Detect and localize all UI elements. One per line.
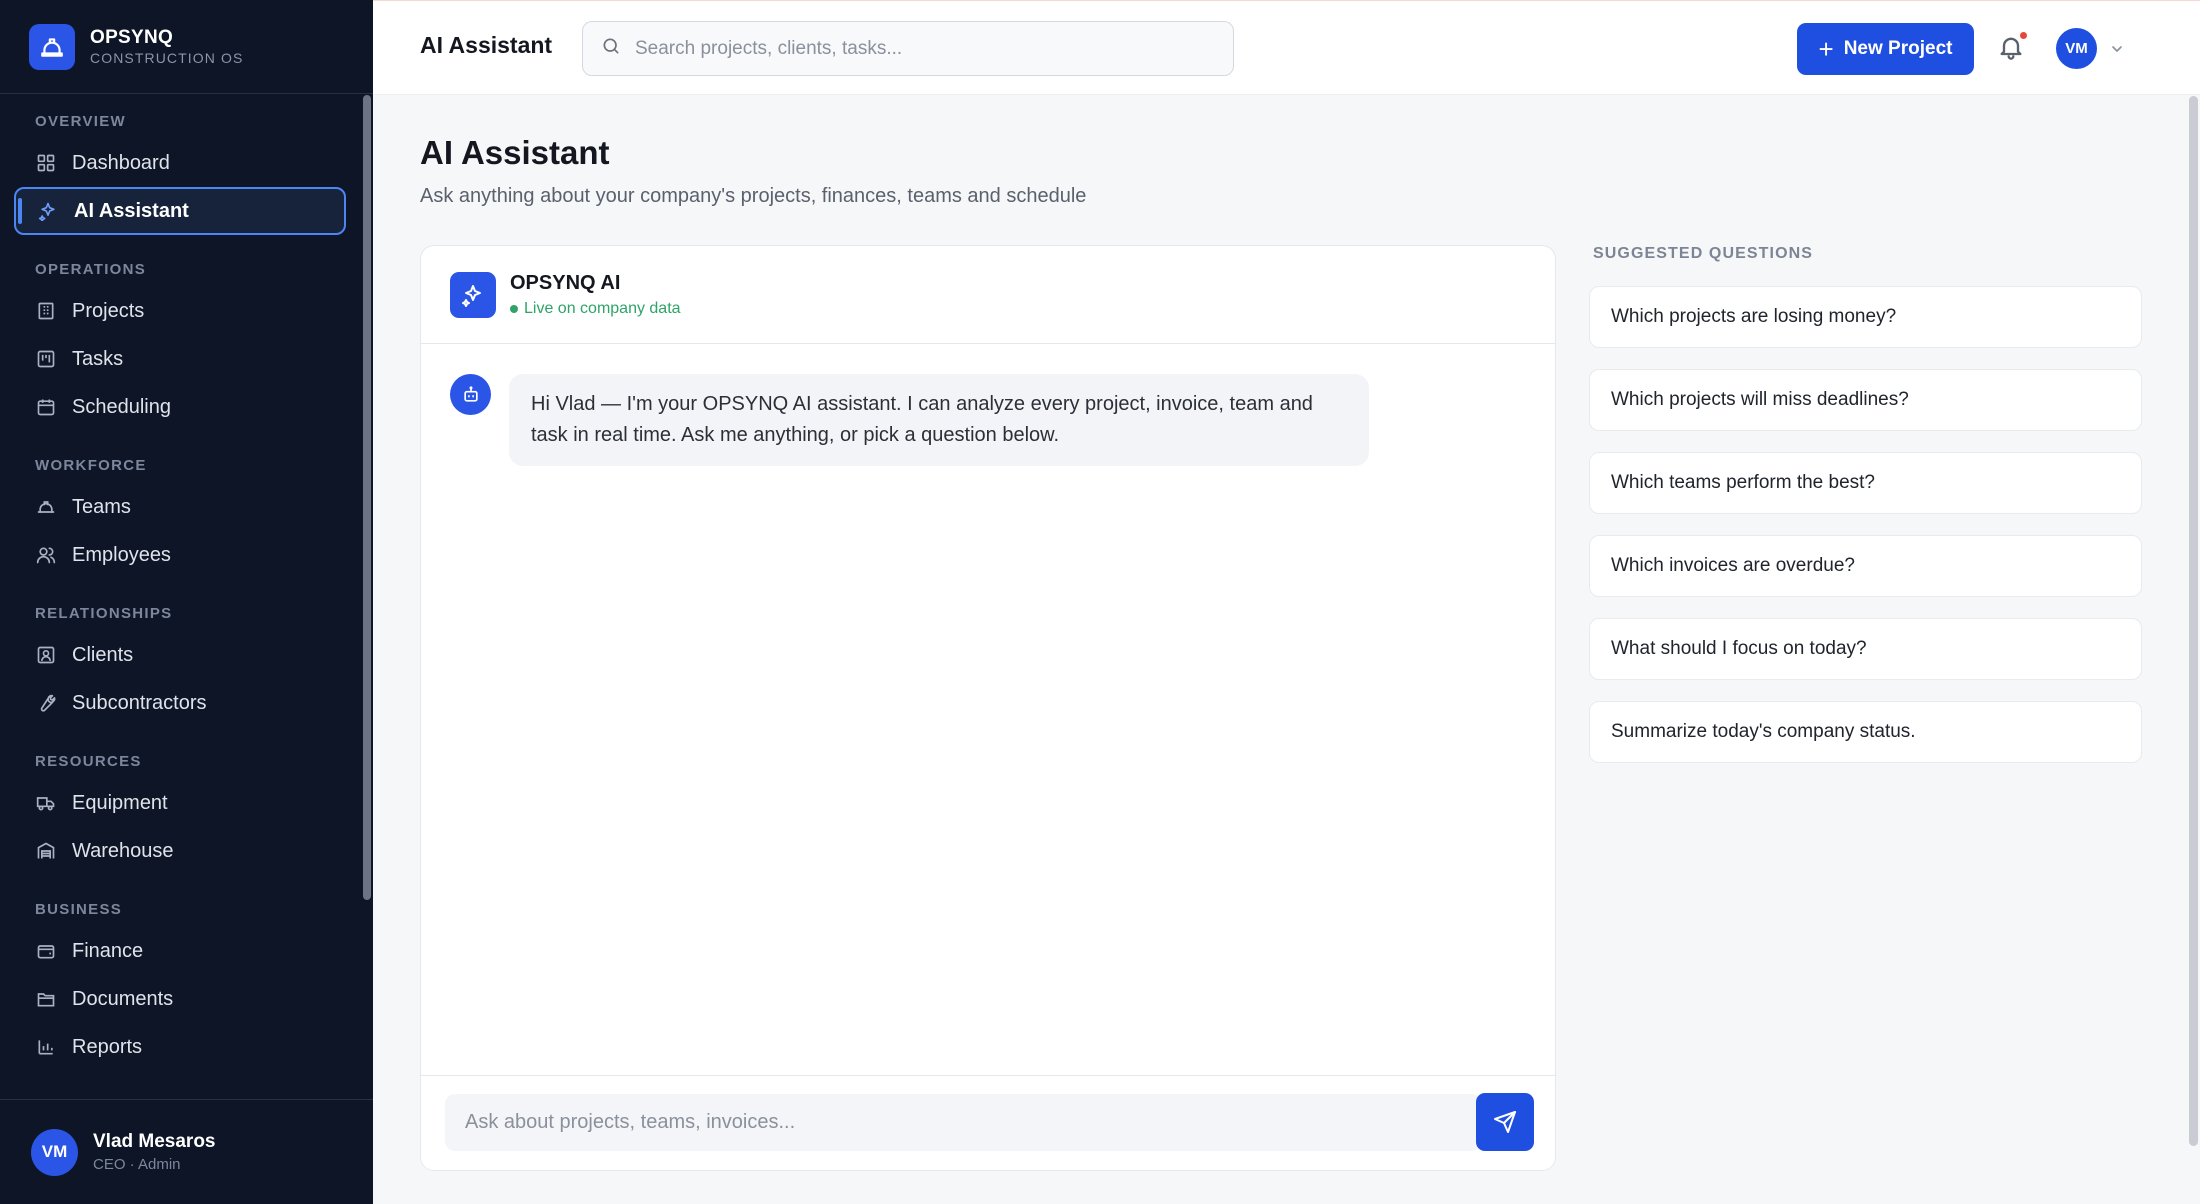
sparkles-icon bbox=[450, 271, 496, 318]
header-avatar[interactable]: VM bbox=[2056, 28, 2097, 69]
section-label-relationships: RELATIONSHIPS bbox=[35, 605, 173, 622]
sidebar-item-label: Dashboard bbox=[72, 151, 170, 174]
user-name: Vlad Mesaros bbox=[93, 1131, 216, 1152]
sidebar-item-label: Tasks bbox=[72, 347, 124, 370]
section-label-workforce: WORKFORCE bbox=[35, 457, 147, 474]
chat-message: Hi Vlad — I'm your OPSYNQ AI assistant. … bbox=[450, 374, 1369, 466]
sidebar-item-label: Equipment bbox=[72, 791, 168, 814]
chevron-down-icon[interactable] bbox=[2109, 41, 2125, 57]
sparkles-icon bbox=[37, 200, 59, 222]
page-title: AI Assistant bbox=[420, 134, 610, 171]
sidebar-item-documents[interactable]: Documents bbox=[14, 975, 346, 1023]
sidebar-item-tasks[interactable]: Tasks bbox=[14, 335, 346, 383]
bar-chart-icon bbox=[35, 1036, 57, 1058]
status-text: Live on company data bbox=[524, 299, 681, 317]
grid-icon bbox=[35, 152, 57, 174]
suggestion-item[interactable]: Which projects will miss deadlines? bbox=[1589, 369, 2142, 431]
new-project-label: New Project bbox=[1843, 38, 1953, 59]
sidebar-item-projects[interactable]: Projects bbox=[14, 287, 346, 335]
sidebar-item-clients[interactable]: Clients bbox=[14, 631, 346, 679]
chat-composer bbox=[421, 1075, 1555, 1170]
assistant-name: OPSYNQ AI bbox=[510, 271, 621, 294]
hardhat-icon bbox=[35, 496, 57, 518]
status-badge: Live on company data bbox=[510, 300, 681, 318]
header-title: AI Assistant bbox=[420, 32, 553, 58]
contact-icon bbox=[35, 644, 57, 666]
calendar-icon bbox=[35, 396, 57, 418]
wallet-icon bbox=[35, 940, 57, 962]
sidebar: OPSYNQ CONSTRUCTION OS OVERVIEW Dashboar… bbox=[0, 0, 373, 1204]
message-bubble: Hi Vlad — I'm your OPSYNQ AI assistant. … bbox=[509, 374, 1369, 466]
sidebar-item-subcontractors[interactable]: Subcontractors bbox=[14, 679, 346, 727]
sidebar-item-label: Finance bbox=[72, 939, 144, 962]
suggestion-item[interactable]: What should I focus on today? bbox=[1589, 618, 2142, 680]
sidebar-item-scheduling[interactable]: Scheduling bbox=[14, 383, 346, 431]
sidebar-item-label: Subcontractors bbox=[72, 691, 207, 714]
building-icon bbox=[35, 300, 57, 322]
users-icon bbox=[35, 544, 57, 566]
brand-tagline: CONSTRUCTION OS bbox=[90, 50, 244, 66]
truck-icon bbox=[35, 792, 57, 814]
plus-icon: + bbox=[1818, 34, 1834, 64]
brand[interactable]: OPSYNQ CONSTRUCTION OS bbox=[0, 0, 373, 94]
avatar: VM bbox=[31, 1128, 78, 1176]
section-label-operations: OPERATIONS bbox=[35, 261, 147, 278]
sidebar-scrollbar-thumb[interactable] bbox=[363, 95, 371, 900]
sidebar-item-label: Projects bbox=[72, 299, 145, 322]
sidebar-item-dashboard[interactable]: Dashboard bbox=[14, 139, 346, 187]
user-profile[interactable]: VM Vlad Mesaros CEO · Admin bbox=[0, 1099, 373, 1204]
sidebar-item-employees[interactable]: Employees bbox=[14, 531, 346, 579]
bot-icon bbox=[450, 374, 491, 415]
sidebar-item-teams[interactable]: Teams bbox=[14, 483, 346, 531]
sidebar-item-label: Teams bbox=[72, 495, 131, 518]
sidebar-item-ai-assistant[interactable]: AI Assistant bbox=[14, 187, 346, 235]
chat-input[interactable] bbox=[465, 1111, 1455, 1134]
search-icon bbox=[601, 36, 621, 61]
section-label-overview: OVERVIEW bbox=[35, 113, 126, 130]
sidebar-item-label: AI Assistant bbox=[74, 199, 189, 222]
sidebar-nav: OVERVIEW Dashboard AI Assistant OPERATIO… bbox=[0, 95, 360, 1100]
suggestion-item[interactable]: Which projects are losing money? bbox=[1589, 286, 2142, 348]
suggestion-item[interactable]: Which invoices are overdue? bbox=[1589, 535, 2142, 597]
warehouse-icon bbox=[35, 840, 57, 862]
user-role: CEO · Admin bbox=[93, 1156, 181, 1173]
chat-input-box[interactable] bbox=[445, 1094, 1481, 1151]
sidebar-item-equipment[interactable]: Equipment bbox=[14, 779, 346, 827]
send-button[interactable] bbox=[1476, 1093, 1534, 1151]
sidebar-item-reports[interactable]: Reports bbox=[14, 1023, 346, 1071]
new-project-button[interactable]: + New Project bbox=[1797, 23, 1974, 75]
suggestion-item[interactable]: Which teams perform the best? bbox=[1589, 452, 2142, 514]
suggested-questions: SUGGESTED QUESTIONS Which projects are l… bbox=[1589, 243, 2142, 763]
sidebar-item-label: Employees bbox=[72, 543, 171, 566]
sidebar-item-label: Scheduling bbox=[72, 395, 171, 418]
top-header: AI Assistant + New Project VM bbox=[373, 0, 2200, 95]
search-input[interactable] bbox=[635, 37, 1215, 60]
sidebar-item-label: Warehouse bbox=[72, 839, 174, 862]
folder-icon bbox=[35, 988, 57, 1010]
section-label-business: BUSINESS bbox=[35, 901, 123, 918]
sidebar-scrollbar[interactable] bbox=[363, 95, 371, 900]
page-scrollbar[interactable] bbox=[2189, 96, 2198, 1146]
wrench-icon bbox=[35, 692, 57, 714]
page-subtitle: Ask anything about your company's projec… bbox=[420, 185, 1087, 207]
live-dot-icon bbox=[510, 304, 518, 313]
sidebar-item-warehouse[interactable]: Warehouse bbox=[14, 827, 346, 875]
suggested-questions-label: SUGGESTED QUESTIONS bbox=[1593, 245, 1814, 262]
suggestion-item[interactable]: Summarize today's company status. bbox=[1589, 701, 2142, 763]
hardhat-logo-icon bbox=[29, 23, 75, 70]
chat-panel: OPSYNQ AI Live on company data Hi Vlad —… bbox=[420, 245, 1556, 1171]
section-label-resources: RESOURCES bbox=[35, 753, 142, 770]
sidebar-item-label: Clients bbox=[72, 643, 134, 666]
brand-name: OPSYNQ bbox=[90, 27, 174, 48]
notification-dot bbox=[2018, 30, 2029, 41]
send-icon bbox=[1494, 1111, 1516, 1133]
kanban-icon bbox=[35, 348, 57, 370]
chat-header: OPSYNQ AI Live on company data bbox=[421, 246, 1555, 344]
sidebar-item-label: Documents bbox=[72, 987, 174, 1010]
sidebar-item-finance[interactable]: Finance bbox=[14, 927, 346, 975]
sidebar-item-label: Reports bbox=[72, 1035, 143, 1058]
search-box[interactable] bbox=[582, 21, 1234, 76]
